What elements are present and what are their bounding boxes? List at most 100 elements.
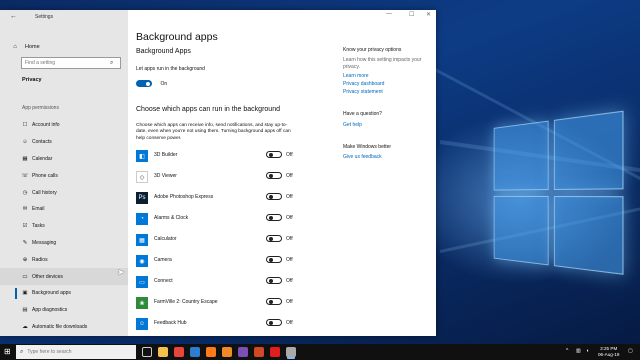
sidebar-item-radios[interactable]: ⊕ Radios	[0, 251, 128, 268]
app-toggle-state: Off	[286, 173, 293, 179]
background-apps-toggle-row: On	[136, 75, 167, 93]
sidebar-item-documents[interactable]: ▯Documents	[0, 335, 128, 336]
sidebar-item-other-devices[interactable]: ▭ Other devices	[0, 268, 128, 285]
vlc-icon[interactable]	[222, 347, 232, 357]
sidebar-item-app-diagnostics[interactable]: ▤ App diagnostics	[0, 302, 128, 319]
sidebar-item-label: Account info	[32, 122, 60, 129]
app-name: FarmVille 2: Country Escape	[154, 299, 218, 305]
background-apps-icon: ▣	[22, 290, 28, 297]
tor-icon[interactable]	[238, 347, 248, 357]
network-icon[interactable]: ▥	[576, 348, 581, 354]
app-row: ☺ Feedback Hub Off	[136, 314, 306, 335]
home-icon: ⌂	[13, 44, 17, 50]
sidebar-item-label: Tasks	[32, 223, 45, 230]
search-icon[interactable]: ⌕	[110, 60, 113, 67]
page-title: Background apps	[136, 31, 218, 43]
sidebar-item-calendar[interactable]: ▦ Calendar	[0, 151, 128, 168]
file-explorer-icon[interactable]	[158, 347, 168, 357]
app-name: Feedback Hub	[154, 320, 187, 326]
alarms-clock-icon: ◔	[136, 213, 148, 225]
app-list: ◧ 3D Builder Off ◇ 3D Viewer Off Ps Adobe Photo…	[136, 146, 306, 336]
app-background-toggle[interactable]	[266, 319, 282, 326]
taskbar-search-input[interactable]	[27, 349, 128, 355]
edge-icon[interactable]	[190, 347, 200, 357]
privacy-description-line1: Learn how this setting impacts your	[343, 57, 422, 63]
clock[interactable]: 3:25 PM 06-Aug-19	[598, 346, 619, 358]
privacy-dashboard-link[interactable]: Privacy dashboard	[343, 81, 384, 87]
app-row: ❀ FarmVille 2: Country Escape Off	[136, 293, 306, 314]
app-background-toggle[interactable]	[266, 256, 282, 263]
sidebar-item-label: Other devices	[32, 273, 63, 280]
app-row: ▦ Calculator Off	[136, 230, 306, 251]
app-background-toggle[interactable]	[266, 193, 282, 200]
sidebar-item-label: Contacts	[32, 139, 52, 146]
3d-builder-icon: ◧	[136, 150, 148, 162]
app-toggle-state: Off	[286, 278, 293, 284]
firefox-icon[interactable]	[206, 347, 216, 357]
camera-icon: ◉	[136, 255, 148, 267]
sidebar-item-account-info[interactable]: ☐ Account info	[0, 117, 128, 134]
sidebar-item-email[interactable]: ✉ Email	[0, 201, 128, 218]
contacts-icon: ☺	[22, 139, 28, 146]
privacy-statement-link[interactable]: Privacy statement	[343, 89, 383, 95]
get-help-link[interactable]: Get help	[343, 122, 362, 128]
devices-icon: ▭	[22, 273, 28, 280]
find-setting-input[interactable]	[22, 60, 110, 66]
give-feedback-link[interactable]: Give us feedback	[343, 154, 382, 160]
home-nav-item[interactable]: ⌂ Home	[8, 41, 120, 53]
app-background-toggle[interactable]	[266, 298, 282, 305]
volume-icon[interactable]: ◖	[586, 348, 589, 354]
app-toggle-state: Off	[286, 152, 293, 158]
sidebar-item-contacts[interactable]: ☺ Contacts	[0, 134, 128, 151]
sidebar-item-phone-calls[interactable]: ☏ Phone calls	[0, 167, 128, 184]
settings-icon[interactable]	[286, 347, 296, 357]
back-arrow-icon[interactable]: ←	[10, 13, 17, 20]
3d-viewer-icon: ◇	[136, 171, 148, 183]
search-icon: ⌕	[20, 348, 24, 355]
app-toggle-state: Off	[286, 194, 293, 200]
group-label: App permissions	[22, 105, 59, 111]
sidebar-item-messaging[interactable]: ✎ Messaging	[0, 235, 128, 252]
sidebar-item-label: Calendar	[32, 155, 53, 162]
notifications-icon[interactable]: ▢	[628, 348, 633, 354]
minimize-icon[interactable]: —	[386, 11, 392, 17]
app-background-toggle[interactable]	[266, 172, 282, 179]
app-background-toggle[interactable]	[266, 151, 282, 158]
app-name: 3D Builder	[154, 152, 178, 158]
app-background-toggle[interactable]	[266, 277, 282, 284]
adobe-icon[interactable]	[270, 347, 280, 357]
chrome-icon[interactable]	[174, 347, 184, 357]
taskbar-search-box[interactable]: ⌕	[16, 345, 136, 359]
start-windows-icon[interactable]: ⊞	[4, 347, 11, 356]
sidebar-item-call-history[interactable]: ◷ Call history	[0, 184, 128, 201]
find-setting-box[interactable]: ⌕	[21, 57, 121, 69]
farmville-icon: ❀	[136, 297, 148, 309]
clock-date: 06-Aug-19	[598, 352, 620, 357]
app-row: ◇ 3D Viewer Off	[136, 167, 306, 188]
app-toggle-state: Off	[286, 236, 293, 242]
sidebar-item-tasks[interactable]: ☑ Tasks	[0, 218, 128, 235]
app-toggle-state: Off	[286, 320, 293, 326]
mouse-cursor-icon: ➤	[117, 267, 125, 277]
download-icon: ☁	[22, 323, 28, 330]
chevron-up-icon[interactable]: ^	[566, 348, 568, 354]
background-apps-toggle[interactable]	[136, 80, 152, 88]
sidebar-item-background-apps[interactable]: ▣ Background apps	[0, 285, 128, 302]
close-icon[interactable]: ✕	[426, 11, 431, 18]
powerpoint-icon[interactable]	[254, 347, 264, 357]
sidebar-item-automatic-file-downloads[interactable]: ☁ Automatic file downloads	[0, 319, 128, 336]
settings-window: ← Settings ⌂ Home ⌕ Privacy App permissi…	[0, 10, 436, 336]
messaging-icon: ✎	[22, 239, 28, 246]
task-view-icon[interactable]	[142, 347, 152, 357]
make-windows-better-heading: Make Windows better	[343, 144, 392, 150]
app-name: Calculator	[154, 236, 177, 242]
maximize-icon[interactable]: ☐	[409, 11, 414, 18]
learn-more-link[interactable]: Learn more	[343, 73, 369, 79]
app-background-toggle[interactable]	[266, 235, 282, 242]
sidebar-nav: ☐ Account info ☺ Contacts ▦ Calendar ☏ Phone ca…	[0, 117, 128, 336]
background-apps-toggle-state: On	[160, 80, 168, 87]
app-row: ◉ Camera Off	[136, 251, 306, 272]
calculator-icon: ▦	[136, 234, 148, 246]
windows-logo	[493, 110, 628, 280]
app-background-toggle[interactable]	[266, 214, 282, 221]
